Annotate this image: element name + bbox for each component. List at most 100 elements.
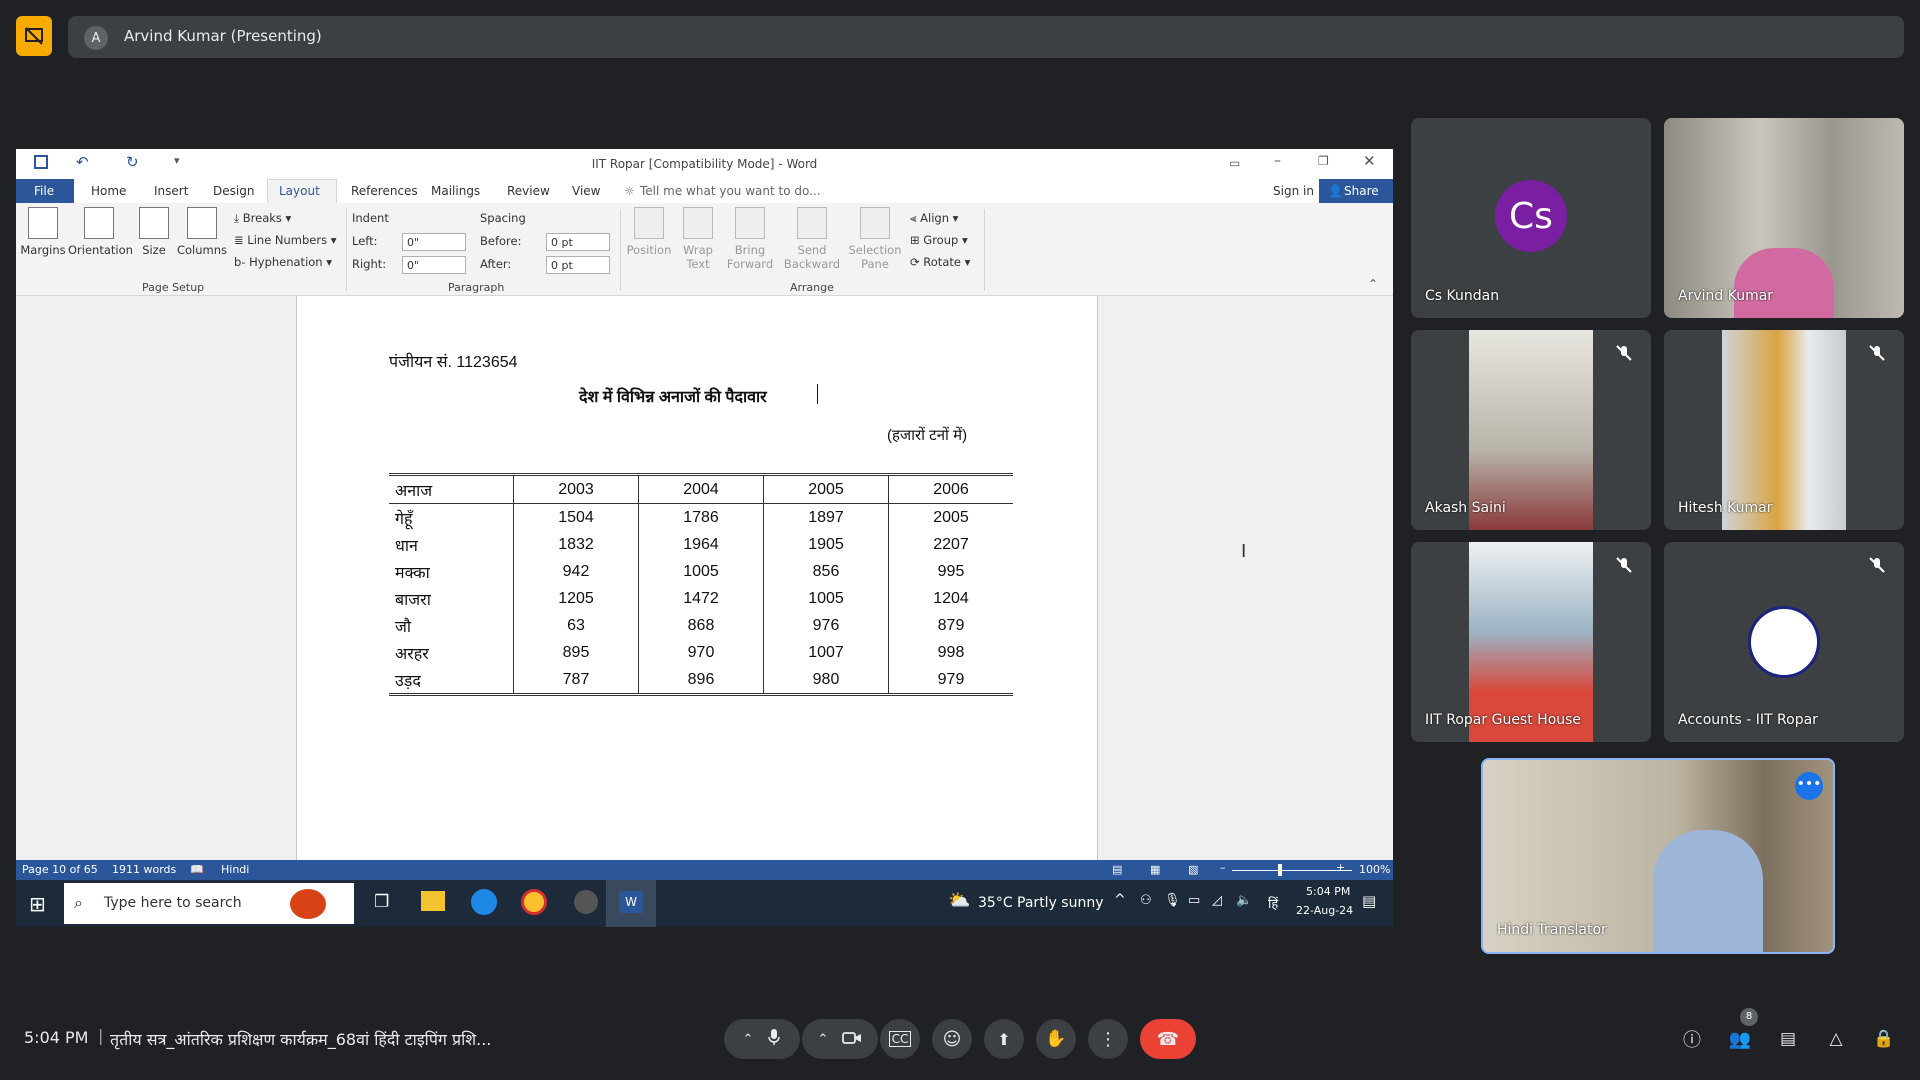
margins-label: Margins — [20, 243, 66, 257]
tab-mailings[interactable]: Mailings — [431, 184, 480, 198]
send-backward-button[interactable]: Send Backward — [782, 207, 842, 271]
file-explorer-icon[interactable] — [421, 891, 445, 911]
share-label[interactable]: Share — [1344, 184, 1379, 198]
document-page[interactable]: पंजीयन सं. 1123654 देश में विभिन्न अनाजो… — [296, 296, 1098, 860]
self-view-tile[interactable]: ••• Hindi Translator — [1481, 758, 1835, 954]
taskbar-search-box[interactable]: ⌕ Type here to search — [64, 883, 354, 924]
meeting-details-icon[interactable]: ⓘ — [1679, 1026, 1705, 1052]
web-layout-icon[interactable]: ▧ — [1188, 863, 1198, 876]
columns-button[interactable]: Columns — [174, 207, 230, 257]
edge-icon[interactable] — [471, 889, 497, 915]
microphone-control[interactable]: ⌃ — [724, 1019, 800, 1059]
tray-time[interactable]: 5:04 PM — [1306, 885, 1350, 898]
present-now-button[interactable]: ⬆ — [984, 1019, 1024, 1059]
rotate-button[interactable]: ⟳ Rotate ▾ — [910, 255, 970, 269]
tab-review[interactable]: Review — [507, 184, 550, 198]
zoom-slider-thumb[interactable] — [1278, 864, 1282, 876]
tell-me-search[interactable]: Tell me what you want to do... — [640, 184, 821, 198]
more-options-button[interactable]: ⋮ — [1088, 1019, 1128, 1059]
notifications-icon[interactable]: ▤ — [1362, 892, 1376, 910]
selection-pane-button[interactable]: Selection Pane — [846, 207, 904, 271]
tab-file-label[interactable]: File — [34, 184, 54, 198]
tab-view[interactable]: View — [572, 184, 600, 198]
chevron-up-icon[interactable]: ⌃ — [743, 1032, 754, 1047]
microphone-tray-icon[interactable]: 🎙 — [1164, 893, 1181, 908]
meeting-clock: 5:04 PM — [24, 1028, 89, 1047]
weather-text[interactable]: 35°C Partly sunny — [978, 895, 1104, 911]
app-icon[interactable] — [574, 890, 598, 914]
sign-in-link[interactable]: Sign in — [1273, 184, 1314, 198]
close-icon[interactable]: ✕ — [1363, 152, 1376, 170]
print-layout-icon[interactable]: ▦ — [1150, 863, 1160, 876]
collapse-ribbon-icon[interactable]: ⌃ — [1368, 277, 1378, 291]
indent-left-input[interactable]: 0" — [402, 233, 466, 251]
chat-icon[interactable]: ▤ — [1775, 1026, 1801, 1052]
chrome-icon[interactable] — [521, 889, 547, 915]
hyphenation-button[interactable]: b- Hyphenation ▾ — [234, 255, 332, 269]
windows-start-icon[interactable]: ⊞ — [29, 892, 46, 916]
people-icon[interactable]: 👥 — [1727, 1026, 1753, 1052]
ribbon-display-icon[interactable]: ▭ — [1229, 156, 1240, 170]
margins-button[interactable]: Margins — [20, 207, 66, 257]
participant-tile[interactable]: Cs Cs Kundan — [1411, 118, 1651, 318]
yield-value-cell: 1204 — [888, 585, 1013, 612]
minimize-icon[interactable]: – — [1274, 153, 1281, 169]
breaks-button[interactable]: ⤓ Breaks ▾ — [234, 211, 291, 226]
wrap-text-button[interactable]: Wrap Text — [678, 207, 718, 271]
tab-insert[interactable]: Insert — [154, 184, 188, 198]
line-numbers-button[interactable]: ≣ Line Numbers ▾ — [234, 233, 337, 247]
tab-design[interactable]: Design — [213, 184, 254, 198]
spacing-before-input[interactable]: 0 pt — [546, 233, 610, 251]
align-button[interactable]: ⫷ Align ▾ — [910, 211, 958, 226]
yield-value-cell: 868 — [638, 612, 764, 639]
size-button[interactable]: Size — [136, 207, 172, 257]
activities-icon[interactable]: △ — [1823, 1026, 1849, 1052]
spacing-after-input[interactable]: 0 pt — [546, 256, 610, 274]
tab-layout[interactable]: Layout — [279, 184, 320, 198]
tab-home[interactable]: Home — [91, 184, 126, 198]
chevron-up-icon[interactable]: ⌃ — [818, 1032, 829, 1047]
ime-indicator[interactable]: हिं — [1268, 894, 1278, 912]
camera-control[interactable]: ⌃ — [802, 1019, 878, 1059]
participant-tile[interactable]: Accounts - IIT Ropar — [1664, 542, 1904, 742]
host-controls-icon[interactable]: 🔒 — [1871, 1026, 1897, 1052]
indent-right-input[interactable]: 0" — [402, 256, 466, 274]
group-button[interactable]: ⊞ Group ▾ — [910, 233, 968, 247]
participant-tile[interactable]: Akash Saini — [1411, 330, 1651, 530]
zoom-slider[interactable] — [1232, 870, 1352, 871]
participant-video — [1734, 248, 1834, 318]
orientation-button[interactable]: Orientation — [68, 207, 133, 257]
position-button[interactable]: Position — [626, 207, 672, 257]
participant-tile[interactable]: Arvind Kumar — [1664, 118, 1904, 318]
task-view-icon[interactable]: ❐ — [374, 892, 389, 912]
battery-icon[interactable]: ▭ — [1188, 893, 1200, 908]
zoom-level[interactable]: 100% — [1359, 863, 1390, 876]
presentation-icon[interactable] — [16, 16, 52, 56]
leave-call-button[interactable]: ☎ — [1140, 1019, 1196, 1059]
restore-icon[interactable]: ❐ — [1318, 154, 1329, 168]
people-count-badge: 8 — [1740, 1008, 1758, 1026]
page-count[interactable]: Page 10 of 65 — [22, 863, 98, 876]
tab-references[interactable]: References — [351, 184, 418, 198]
participant-tile[interactable]: IIT Ropar Guest House — [1411, 542, 1651, 742]
yield-value-cell: 896 — [638, 666, 764, 696]
zoom-out-icon[interactable]: – — [1220, 861, 1226, 874]
captions-button[interactable]: CC — [880, 1019, 920, 1059]
paragraph-group-label: Paragraph — [448, 281, 505, 294]
muted-microphone-icon — [1868, 344, 1886, 362]
chevron-up-icon[interactable]: ^ — [1114, 892, 1126, 908]
more-options-icon[interactable]: ••• — [1795, 772, 1823, 800]
tray-date[interactable]: 22-Aug-24 — [1296, 904, 1353, 917]
word-count[interactable]: 1911 words — [112, 863, 176, 876]
volume-icon[interactable]: 🔈 — [1236, 893, 1252, 908]
read-mode-icon[interactable]: ▤ — [1112, 863, 1122, 876]
bring-forward-button[interactable]: Bring Forward — [722, 207, 778, 271]
proofing-icon[interactable]: 📖 — [190, 863, 204, 876]
language-indicator[interactable]: Hindi — [221, 863, 249, 876]
reactions-button[interactable]: ☺ — [932, 1019, 972, 1059]
zoom-in-icon[interactable]: + — [1336, 861, 1345, 874]
network-icon[interactable]: ◿ — [1212, 893, 1222, 908]
participant-tile[interactable]: Hitesh Kumar — [1664, 330, 1904, 530]
tray-app-icon[interactable]: ⚇ — [1140, 893, 1152, 908]
raise-hand-button[interactable]: ✋ — [1036, 1019, 1076, 1059]
